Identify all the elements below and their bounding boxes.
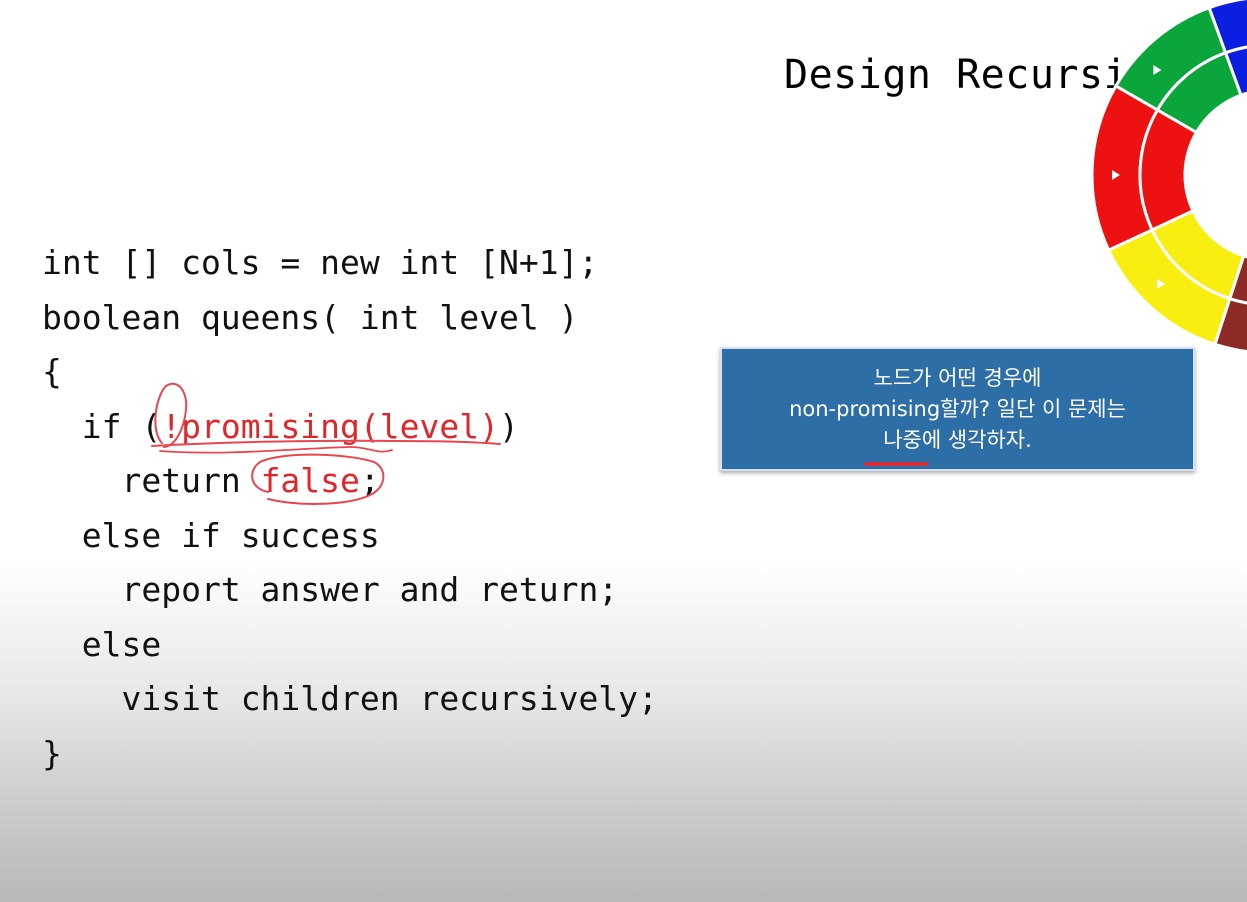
code-line-4: if (!promising(level)) [81, 406, 519, 446]
false-keyword-highlight: false [260, 461, 360, 500]
color-wheel-graphic [1090, 0, 1247, 353]
code-line-6: else if success [81, 515, 380, 555]
code-line-8: else [81, 624, 162, 664]
code-line-1: int [] cols = new int [N+1]; [42, 243, 599, 282]
code-line-10: } [42, 733, 62, 773]
note-underline-mark [864, 462, 928, 466]
code-line-7: report answer and return; [121, 570, 619, 609]
code-line-2: boolean queens( int level ) [42, 297, 579, 337]
code-line-3: { [42, 352, 62, 391]
note-line-2: non-promising할까? 일단 이 문제는 [789, 397, 1126, 421]
note-callout: 노드가 어떤 경우에 non-promising할까? 일단 이 문제는 나중에… [720, 347, 1195, 471]
slide-title: Design Recursi [784, 52, 1129, 98]
code-line-5: return false; [121, 461, 380, 500]
promising-call-highlight: !promising(level) [161, 406, 499, 446]
code-block: int [] cols = new int [N+1]; boolean que… [42, 236, 658, 781]
note-line-1: 노드가 어떤 경우에 [873, 366, 1042, 390]
code-line-9: visit children recursively; [121, 679, 658, 718]
note-line-3: 나중에 생각하자. [883, 428, 1032, 452]
